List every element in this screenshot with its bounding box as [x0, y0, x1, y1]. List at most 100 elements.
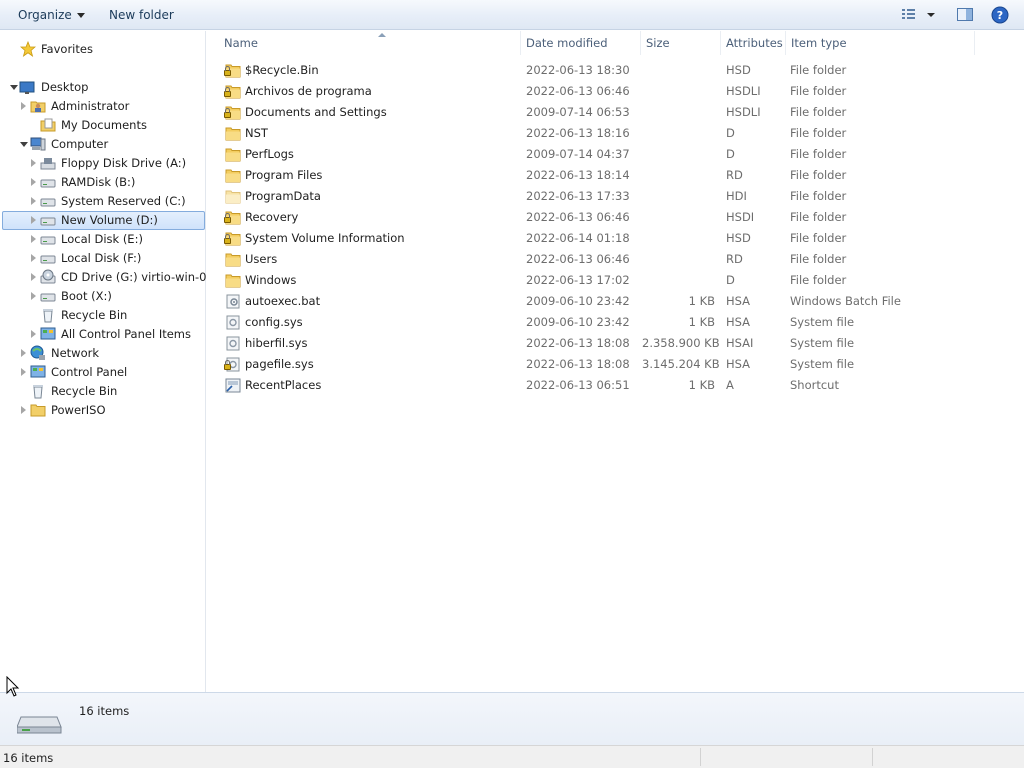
- expand-arrow-icon[interactable]: [21, 349, 26, 357]
- file-row[interactable]: PerfLogs 2009-07-14 04:37 D File folder: [207, 144, 1024, 165]
- file-date-modified: 2022-06-13 18:08: [526, 357, 630, 371]
- expand-arrow-icon[interactable]: [31, 273, 36, 281]
- file-row[interactable]: Recovery 2022-06-13 06:46 HSDI File folder: [207, 207, 1024, 228]
- nav-control-panel-label: Control Panel: [51, 365, 128, 379]
- nav-recycle-bin-label: Recycle Bin: [51, 384, 118, 398]
- file-name: PerfLogs: [245, 147, 294, 161]
- nav-drive-g[interactable]: CD Drive (G:) virtio-win-0.1.1: [2, 268, 228, 287]
- file-item-type: File folder: [790, 147, 847, 161]
- collapse-arrow-icon[interactable]: [20, 142, 28, 147]
- expand-arrow-icon[interactable]: [31, 216, 36, 224]
- nav-drive-label: Local Disk (F:): [61, 251, 142, 265]
- file-row[interactable]: Archivos de programa 2022-06-13 06:46 HSDL…: [207, 81, 1024, 102]
- change-view-button[interactable]: [900, 6, 940, 27]
- details-pane: 16 items: [0, 692, 1024, 745]
- file-date-modified: 2022-06-13 18:14: [526, 168, 630, 182]
- nav-control-panel[interactable]: Control Panel: [2, 363, 205, 382]
- file-date-modified: 2022-06-13 18:30: [526, 63, 630, 77]
- expand-arrow-icon[interactable]: [31, 159, 36, 167]
- status-divider: [700, 748, 701, 766]
- column-header-attributes[interactable]: Attributes: [722, 31, 786, 55]
- file-row[interactable]: pagefile.sys 2022-06-13 18:08 3.145.204 KB…: [207, 354, 1024, 375]
- file-name: Program Files: [245, 168, 323, 182]
- expand-arrow-icon[interactable]: [31, 330, 36, 338]
- file-attributes: HSD: [726, 63, 751, 77]
- lock-icon: [224, 234, 231, 244]
- nav-my-documents[interactable]: My Documents: [2, 116, 205, 135]
- nav-desktop[interactable]: Desktop: [2, 78, 205, 97]
- nav-drive-d[interactable]: New Volume (D:): [2, 211, 205, 230]
- folder-icon: [225, 126, 241, 141]
- nav-drive-x[interactable]: Boot (X:): [2, 287, 205, 306]
- expand-arrow-icon[interactable]: [31, 235, 36, 243]
- nav-all-control-panel-items[interactable]: All Control Panel Items: [2, 325, 205, 344]
- nav-drive-e[interactable]: Local Disk (E:): [2, 230, 205, 249]
- file-row[interactable]: Program Files 2022-06-13 18:14 RD File fold…: [207, 165, 1024, 186]
- nav-poweriso[interactable]: PowerISO: [2, 401, 205, 420]
- file-name: $Recycle.Bin: [245, 63, 319, 77]
- file-attributes: HSDI: [726, 210, 755, 224]
- nav-drive-c[interactable]: System Reserved (C:): [2, 192, 205, 211]
- nav-drive-b[interactable]: RAMDisk (B:): [2, 173, 205, 192]
- help-button[interactable]: ?: [991, 6, 1009, 27]
- nav-drive-label: System Reserved (C:): [61, 194, 186, 208]
- lock-icon: [224, 108, 231, 118]
- preview-pane-icon: [957, 8, 973, 21]
- nav-drive-label: Recycle Bin: [61, 308, 128, 322]
- nav-network[interactable]: Network: [2, 344, 205, 363]
- details-item-count: 16 items: [79, 704, 130, 718]
- nav-favorites[interactable]: Favorites: [2, 40, 205, 59]
- file-item-type: File folder: [790, 189, 847, 203]
- file-row[interactable]: ProgramData 2022-06-13 17:33 HDI File folde…: [207, 186, 1024, 207]
- file-attributes: HSDLI: [726, 105, 761, 119]
- expand-arrow-icon[interactable]: [31, 254, 36, 262]
- command-bar: Organize New folder ?: [0, 0, 1024, 30]
- organize-button[interactable]: Organize: [18, 7, 85, 23]
- file-date-modified: 2022-06-13 06:46: [526, 210, 630, 224]
- preview-pane-button[interactable]: [956, 6, 974, 27]
- file-row[interactable]: RecentPlaces 2022-06-13 06:51 1 KB A Shortcu…: [207, 375, 1024, 396]
- expand-arrow-icon[interactable]: [31, 292, 36, 300]
- file-row[interactable]: NST 2022-06-13 18:16 D File folder: [207, 123, 1024, 144]
- svg-text:?: ?: [997, 9, 1003, 22]
- nav-favorites-label: Favorites: [41, 42, 93, 56]
- nav-computer[interactable]: Computer: [2, 135, 205, 154]
- nav-desktop-label: Desktop: [41, 80, 89, 94]
- nav-my-documents-label: My Documents: [61, 118, 147, 132]
- file-row[interactable]: config.sys 2009-06-10 23:42 1 KB HSA System …: [207, 312, 1024, 333]
- nav-administrator[interactable]: Administrator: [2, 97, 205, 116]
- file-item-type: File folder: [790, 63, 847, 77]
- file-row[interactable]: autoexec.bat 2009-06-10 23:42 1 KB HSA Windo…: [207, 291, 1024, 312]
- file-row[interactable]: Windows 2022-06-13 17:02 D File folder: [207, 270, 1024, 291]
- file-row[interactable]: $Recycle.Bin 2022-06-13 18:30 HSD File fold…: [207, 60, 1024, 81]
- nav-drive-f[interactable]: Local Disk (F:): [2, 249, 205, 268]
- sort-ascending-icon: [378, 33, 386, 37]
- new-folder-button[interactable]: New folder: [109, 7, 174, 23]
- computer-icon: [30, 136, 46, 152]
- column-header-size[interactable]: Size: [642, 31, 721, 55]
- nav-recycle-bin-sub[interactable]: Recycle Bin: [2, 306, 205, 325]
- nav-recycle-bin[interactable]: Recycle Bin: [2, 382, 205, 401]
- column-header-type[interactable]: Item type: [787, 31, 975, 55]
- file-item-type: File folder: [790, 252, 847, 266]
- star-icon: [19, 40, 37, 57]
- file-attributes: RD: [726, 168, 743, 182]
- collapse-arrow-icon[interactable]: [10, 85, 18, 90]
- file-row[interactable]: Users 2022-06-13 06:46 RD File folder: [207, 249, 1024, 270]
- nav-drive-a[interactable]: Floppy Disk Drive (A:): [2, 154, 205, 173]
- expand-arrow-icon[interactable]: [21, 102, 26, 110]
- file-row[interactable]: System Volume Information 2022-06-14 01:1…: [207, 228, 1024, 249]
- expand-arrow-icon[interactable]: [31, 197, 36, 205]
- column-header-date[interactable]: Date modified: [522, 31, 641, 55]
- file-row[interactable]: Documents and Settings 2009-07-14 06:53 HS…: [207, 102, 1024, 123]
- file-row[interactable]: hiberfil.sys 2022-06-13 18:08 2.358.900 KB…: [207, 333, 1024, 354]
- expand-arrow-icon[interactable]: [31, 178, 36, 186]
- nav-network-label: Network: [51, 346, 100, 360]
- nav-computer-label: Computer: [51, 137, 109, 151]
- column-header-name[interactable]: Name: [220, 31, 521, 55]
- expand-arrow-icon[interactable]: [21, 368, 26, 376]
- file-name: ProgramData: [245, 189, 321, 203]
- file-attributes: HSA: [726, 357, 751, 371]
- file-attributes: A: [726, 378, 734, 392]
- expand-arrow-icon[interactable]: [21, 406, 26, 414]
